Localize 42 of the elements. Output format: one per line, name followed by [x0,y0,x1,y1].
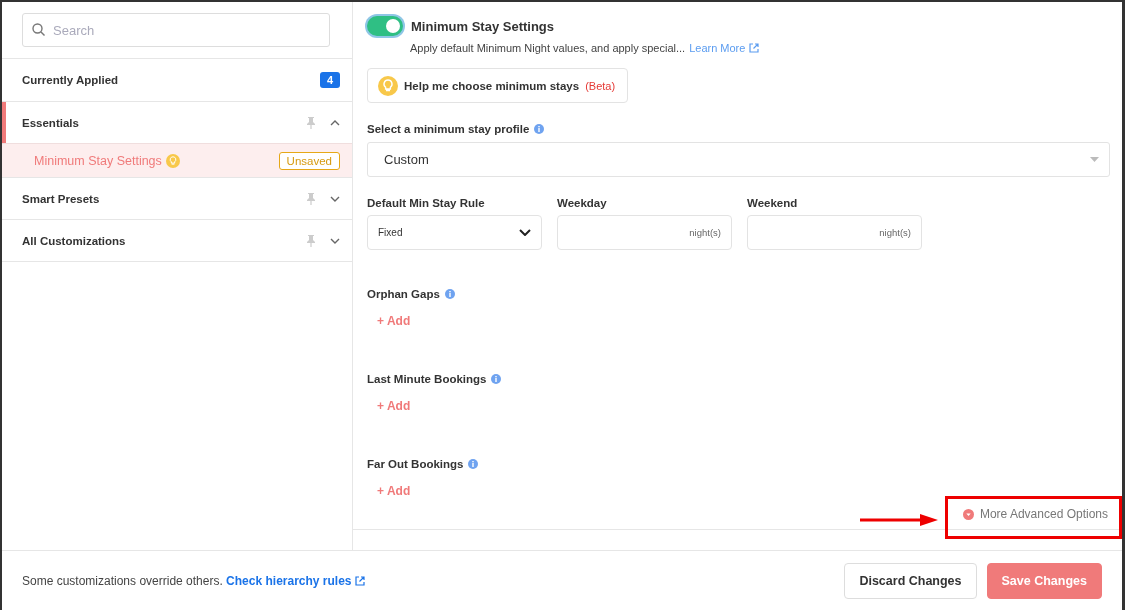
field-label: Weekend [747,197,798,209]
chevron-down-icon[interactable] [330,195,340,202]
external-link-icon [354,575,365,586]
expand-icon [962,508,974,520]
sidebar-item[interactable]: All Customizations [2,219,352,261]
hierarchy-note: Some customizations override others. Check hierarchy rules [22,573,835,588]
settings-description: Apply default Minimum Night values, and apply special... [410,42,686,54]
info-icon [468,459,479,469]
field-label: Weekday [557,197,607,209]
lightbulb-icon [378,75,398,96]
nights-input[interactable]: night(s) [747,215,922,250]
sidebar-item[interactable]: Currently Applied 4 [2,58,352,101]
rule-select[interactable]: Fixed [367,215,542,250]
external-link-icon [749,43,760,53]
section-title: Orphan Gaps [367,288,440,300]
pin-icon[interactable] [306,234,316,247]
chevron-up-icon[interactable] [330,119,340,126]
section-title: Far Out Bookings [367,458,464,470]
search-field[interactable]: Search [22,13,330,47]
toggle-switch[interactable] [367,16,403,36]
count-badge: 4 [319,72,340,88]
caret-icon [1090,157,1099,162]
field-label: Default Min Stay Rule [367,197,485,209]
nights-input[interactable]: night(s) [557,215,732,250]
info-icon [444,289,455,299]
info-icon [491,374,502,384]
advanced-options-link[interactable]: More Advanced Options [962,507,1108,521]
settings-title: Minimum Stay Settings [411,18,555,34]
profile-select[interactable]: Custom [367,142,1110,177]
pin-icon[interactable] [306,192,316,205]
pin-icon[interactable] [306,116,316,129]
lightbulb-icon [165,153,180,168]
chevron-down-icon[interactable] [330,237,340,244]
section-title: Last Minute Bookings [367,373,487,385]
sidebar-item[interactable]: Smart Presets [2,177,352,219]
hierarchy-link[interactable]: Check hierarchy rules [226,573,365,588]
discard-button[interactable]: Discard Changes [844,562,977,599]
status-badge: Unsaved [278,151,340,170]
profile-label: Select a minimum stay profile [367,123,530,135]
chevron-down-icon [519,229,531,236]
info-icon [534,124,545,134]
search-icon [32,23,45,36]
